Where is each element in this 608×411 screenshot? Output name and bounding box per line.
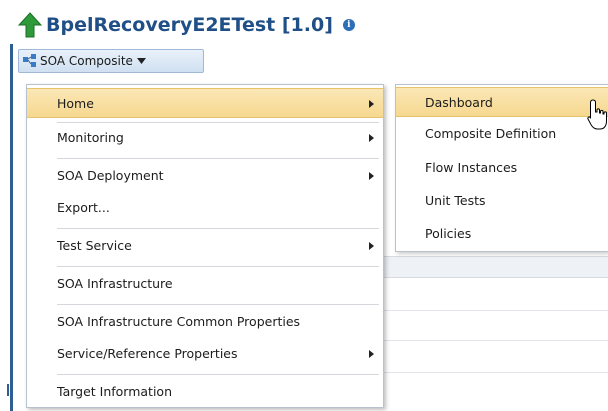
menu-item-monitoring[interactable]: Monitoring [27, 123, 383, 153]
submenu-item-label: Policies [425, 226, 472, 241]
submenu-item-unit-tests[interactable]: Unit Tests [396, 186, 608, 216]
menu-item-label: SOA Deployment [57, 168, 164, 183]
submenu-item-label: Flow Instances [425, 160, 518, 175]
submenu-item-label: Composite Definition [425, 126, 557, 141]
soa-composite-icon [23, 54, 36, 67]
submenu-item-composite-definition[interactable]: Composite Definition [396, 119, 608, 149]
menu-item-soa-infrastructure-common-properties[interactable]: SOA Infrastructure Common Properties [27, 307, 383, 337]
menu-separator [57, 266, 379, 267]
menu-item-label: Home [57, 96, 94, 111]
menu-item-test-service[interactable]: Test Service [27, 231, 383, 261]
page-left-tick [7, 384, 9, 396]
submenu-item-policies[interactable]: Policies [396, 219, 608, 249]
home-submenu: Dashboard Composite Definition Flow Inst… [395, 84, 608, 252]
menu-item-label: Monitoring [57, 130, 124, 145]
green-up-arrow-icon [18, 12, 42, 38]
menu-item-target-information[interactable]: Target Information [27, 377, 383, 407]
menu-separator [57, 304, 379, 305]
submenu-item-flow-instances[interactable]: Flow Instances [396, 153, 608, 183]
submenu-item-label: Dashboard [425, 95, 493, 110]
submenu-arrow-icon [369, 172, 374, 180]
menu-separator [57, 158, 379, 159]
menu-separator [57, 374, 379, 375]
menu-item-label: Export... [57, 200, 110, 215]
submenu-arrow-icon [369, 134, 374, 142]
menu-item-label: Service/Reference Properties [57, 346, 238, 361]
info-icon[interactable]: i [342, 19, 355, 31]
soa-composite-menu-button[interactable]: SOA Composite [18, 49, 204, 73]
submenu-arrow-icon [369, 100, 374, 108]
soa-composite-label: SOA Composite [40, 54, 133, 68]
soa-composite-menu: Home Monitoring SOA Deployment Export...… [26, 84, 384, 408]
menu-item-label: SOA Infrastructure [57, 276, 173, 291]
menu-item-label: SOA Infrastructure Common Properties [57, 314, 301, 329]
menu-item-service-reference-properties[interactable]: Service/Reference Properties [27, 339, 383, 369]
page-left-border [10, 44, 13, 411]
page-header: BpelRecoveryE2ETest [1.0] i [18, 10, 355, 40]
menu-item-label: Test Service [57, 238, 132, 253]
menu-item-label: Target Information [57, 384, 173, 399]
mouse-pointer-icon [587, 99, 607, 130]
caret-down-icon [136, 58, 146, 64]
menu-item-soa-deployment[interactable]: SOA Deployment [27, 161, 383, 191]
menu-separator [57, 228, 379, 229]
menu-item-soa-infrastructure[interactable]: SOA Infrastructure [27, 269, 383, 299]
submenu-item-dashboard[interactable]: Dashboard [396, 87, 608, 117]
menu-item-home[interactable]: Home [27, 88, 383, 118]
submenu-arrow-icon [369, 242, 374, 250]
submenu-arrow-icon [369, 350, 374, 358]
menu-item-export[interactable]: Export... [27, 193, 383, 223]
page-title: BpelRecoveryE2ETest [1.0] [46, 14, 333, 36]
submenu-item-label: Unit Tests [425, 193, 486, 208]
